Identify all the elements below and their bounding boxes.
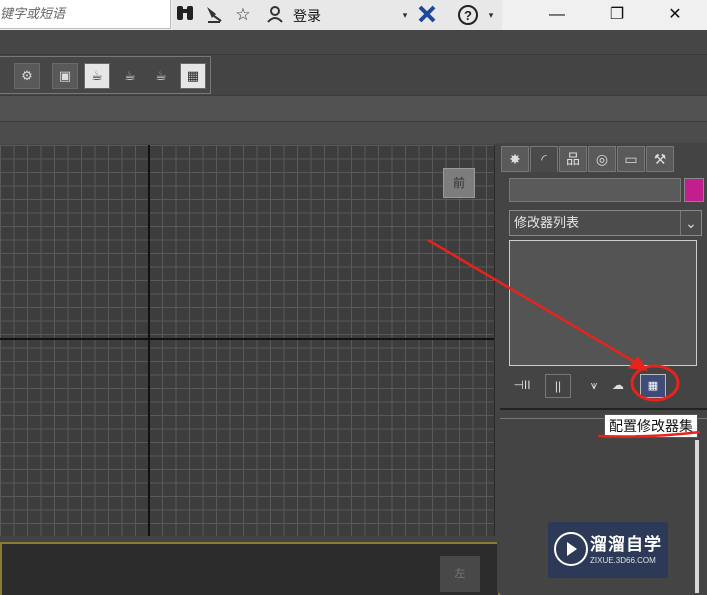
render-setup-icon[interactable]: ⚙ — [14, 63, 40, 89]
watermark: 溜溜自学 ZIXUE.3D66.COM — [548, 522, 668, 578]
tab-hierarchy[interactable]: 品 — [559, 146, 587, 172]
pin-stack-icon[interactable]: ⊣II — [510, 374, 534, 396]
chevron-down-icon[interactable]: ⌄ — [680, 211, 701, 235]
tab-display[interactable]: ▭ — [617, 146, 645, 172]
configure-modifier-sets-button[interactable]: ▦ — [640, 374, 666, 398]
viewport-axis-vertical — [148, 145, 150, 536]
remove-modifier-icon[interactable]: ☁ — [606, 374, 630, 396]
ribbon-row — [0, 95, 707, 122]
render-toolbar-group: ⚙ ▣ ☕ ☕ ☕ ▦ — [0, 56, 211, 94]
watermark-title: 溜溜自学 — [590, 535, 662, 554]
star-icon[interactable]: ☆ — [232, 4, 254, 26]
help-icon[interactable]: ? — [457, 4, 479, 26]
help-dropdown-icon[interactable]: ▾ — [480, 4, 502, 26]
teapot-render-alt-icon[interactable]: ☕ — [117, 63, 143, 89]
viewport-axis-horizontal — [0, 338, 494, 340]
teapot-active-icon[interactable]: ☕ — [148, 63, 174, 89]
info-center-toolbar: ☆ 登录 ▾ ? ▾ — [172, 0, 502, 31]
satellite-icon[interactable] — [203, 4, 225, 26]
front-viewport[interactable] — [0, 145, 495, 536]
rendered-frame-icon[interactable]: ▣ — [52, 63, 78, 89]
x-exchange-icon[interactable] — [416, 4, 438, 26]
tab-utilities[interactable]: ⚒ — [646, 146, 674, 172]
make-unique-icon[interactable]: ⩛ — [582, 374, 606, 396]
viewport-label-row — [0, 121, 707, 144]
menu-bar — [0, 30, 707, 55]
minimize-button[interactable]: — — [537, 3, 577, 27]
modifier-list-label: 修改器列表 — [514, 215, 580, 230]
binoculars-icon[interactable] — [174, 4, 196, 26]
tab-modify[interactable]: ◜ — [530, 146, 558, 172]
svg-text:?: ? — [464, 8, 472, 23]
user-icon[interactable] — [264, 4, 286, 26]
modifier-stack[interactable] — [509, 240, 697, 366]
watermark-url: ZIXUE.3D66.COM — [590, 556, 656, 565]
panel-divider — [500, 408, 707, 410]
object-color-swatch[interactable] — [684, 178, 704, 202]
viewcube[interactable]: 前 — [443, 168, 475, 198]
show-end-result-icon[interactable]: || — [545, 374, 571, 398]
login-link[interactable]: 登录 — [293, 6, 321, 26]
object-name-field[interactable] — [509, 178, 681, 202]
login-dropdown-icon[interactable]: ▾ — [394, 4, 416, 26]
viewcube-bottom[interactable]: 左 — [440, 556, 480, 592]
tab-create[interactable]: ✸ — [501, 146, 529, 172]
play-logo-icon — [554, 532, 588, 566]
perspective-viewport[interactable] — [0, 542, 500, 595]
close-button[interactable]: ✕ — [655, 3, 695, 27]
modifier-list-dropdown[interactable]: 修改器列表 ⌄ — [509, 210, 702, 236]
tab-motion[interactable]: ◎ — [588, 146, 616, 172]
render-frame-window-icon[interactable]: ▦ — [180, 63, 206, 89]
title-bar: 键字或短语 ☆ 登录 ▾ ? ▾ — ❐ ✕ — [0, 0, 707, 31]
tooltip: 配置修改器集 — [604, 414, 698, 438]
panel-scrollbar[interactable] — [695, 440, 699, 593]
restore-button[interactable]: ❐ — [597, 3, 637, 27]
search-input[interactable]: 键字或短语 — [0, 0, 171, 29]
teapot-render-icon[interactable]: ☕ — [84, 63, 110, 89]
